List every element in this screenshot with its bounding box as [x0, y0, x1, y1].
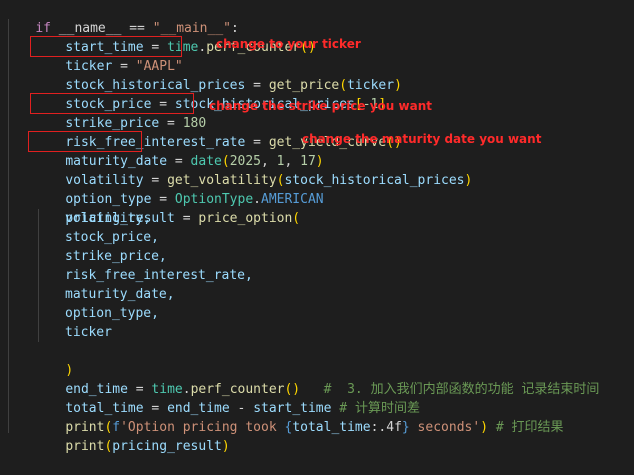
code-line: end_time = time.perf_counter() # 3. 加入我们… [34, 361, 599, 397]
code-line: if __name__ == "__main__": [4, 0, 239, 36]
indent-guide [8, 19, 9, 433]
code-line: volatility = get_volatility(stock_histor… [34, 152, 472, 188]
code-line: option_type = OptionType.AMERICAN [34, 171, 323, 207]
bracket: ) [394, 78, 402, 93]
function-name: print [65, 439, 105, 454]
code-line: stock_historical_prices = get_price(tick… [34, 57, 402, 93]
bracket: ( [104, 439, 113, 454]
strike-price-highlight-box [30, 93, 194, 114]
code-editor[interactable]: if __name__ == "__main__": start_time = … [0, 0, 634, 454]
argument-line: volatility, [65, 211, 152, 226]
strike-annotation: change the strike price you want [209, 99, 432, 113]
code-line: print(f'Option pricing took {total_time:… [34, 399, 563, 435]
code-line: ) [34, 342, 73, 378]
ticker-highlight-box [30, 36, 182, 57]
maturity-annotation: change the maturity date you want [302, 132, 542, 146]
code-line: total_time = end_time - start_time # 计算时… [34, 380, 420, 416]
code-line: print(pricing_result) [34, 418, 229, 454]
variable: pricing_result [112, 439, 222, 454]
bracket: ) [221, 439, 230, 454]
argument-line: risk_free_interest_rate, [65, 268, 253, 283]
argument-line: maturity_date, [65, 287, 175, 302]
argument-line: option_type, [65, 306, 159, 321]
argument-line: strike_price, [65, 249, 167, 264]
function-name: price_option [198, 211, 293, 226]
code-text: = [174, 211, 199, 226]
code-line: pricing_result = price_option( [34, 190, 300, 226]
ticker-annotation: change to your ticker [216, 37, 361, 51]
maturity-date-highlight-box [28, 131, 142, 152]
bracket: ) [464, 173, 473, 188]
bracket: ( [292, 211, 301, 226]
argument-line: ticker [65, 325, 112, 340]
argument-line: stock_price, [65, 230, 159, 245]
